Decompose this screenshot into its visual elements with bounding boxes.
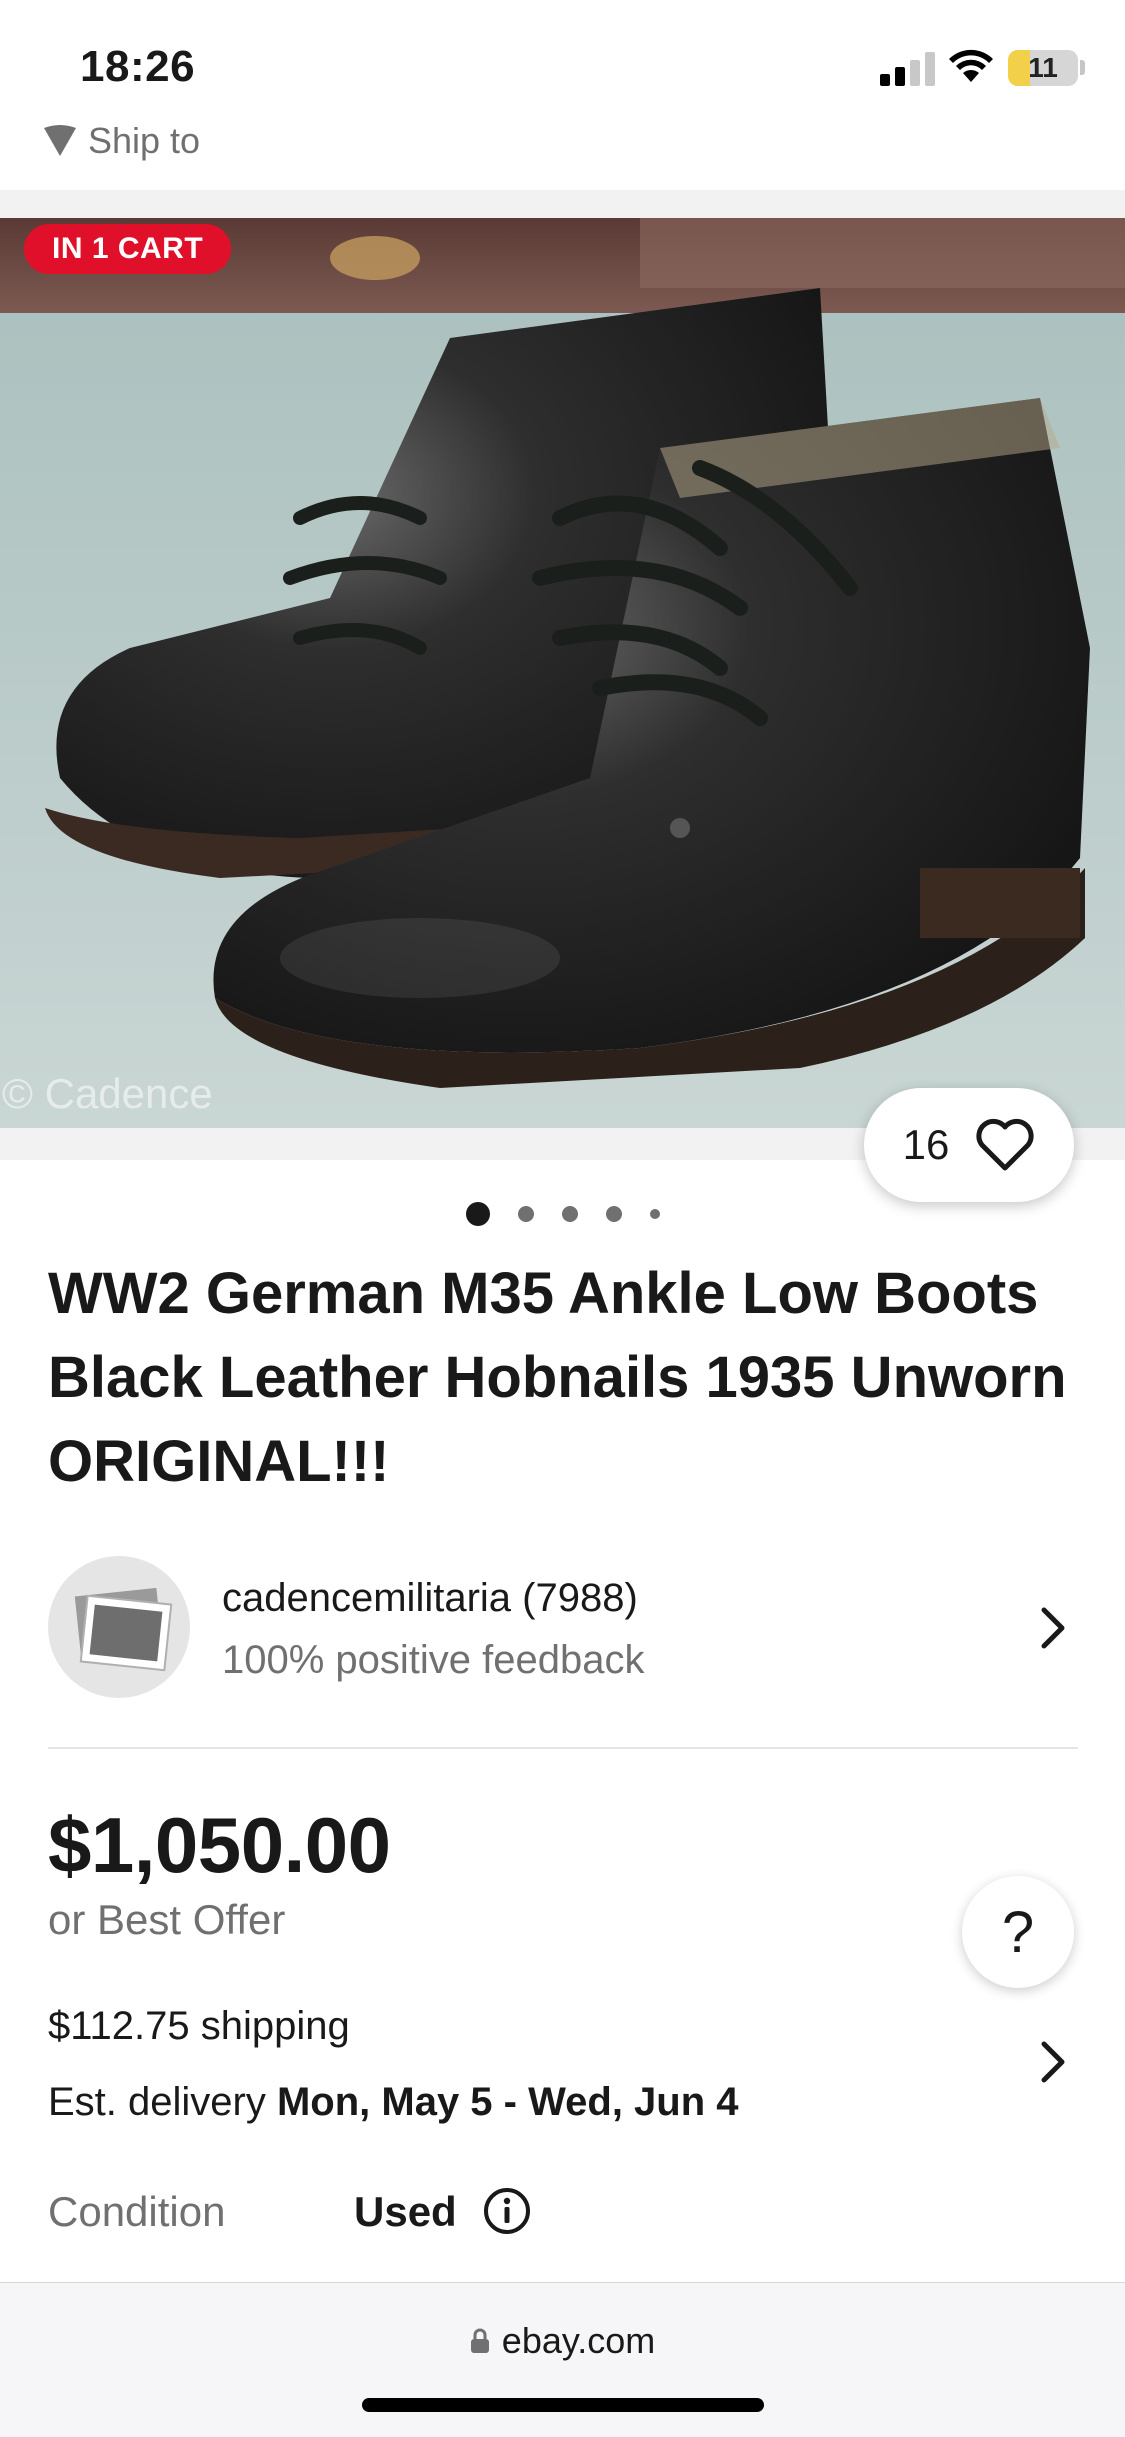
carousel-dots[interactable] (0, 1202, 1125, 1226)
help-button[interactable]: ? (962, 1876, 1074, 1988)
battery-indicator: 11 (1008, 50, 1078, 86)
condition-value: Used (354, 2188, 457, 2235)
seller-name[interactable]: cadencemilitaria (7988) (222, 1576, 638, 1621)
info-icon[interactable] (482, 2186, 532, 2236)
image-watermark: © Cadence (2, 1070, 213, 1117)
chevron-right-icon[interactable] (1038, 2040, 1068, 2084)
wifi-icon (949, 49, 993, 82)
location-pin-icon (44, 125, 76, 156)
product-image[interactable] (0, 218, 1125, 1128)
cellular-signal-icon (880, 52, 935, 86)
heart-icon (976, 1118, 1034, 1171)
shipping-cost: $112.75 shipping (48, 2004, 350, 2048)
carousel-dot[interactable] (517, 1206, 534, 1222)
section-divider (48, 1747, 1078, 1749)
home-indicator[interactable] (362, 2398, 764, 2412)
delivery-prefix: Est. delivery (48, 2080, 277, 2124)
carousel-dot[interactable] (605, 1206, 622, 1222)
seller-avatar[interactable] (48, 1556, 190, 1698)
in-cart-badge: IN 1 CART (24, 224, 232, 274)
battery-level: 11 (1028, 52, 1058, 83)
best-offer-label: or Best Offer (48, 1896, 286, 1943)
listing-title: WW2 German M35 Ankle Low Boots Black Lea… (48, 1261, 1067, 1494)
carousel-dot[interactable] (649, 1209, 660, 1219)
watch-button[interactable]: 16 (864, 1088, 1074, 1202)
status-time: 18:26 (80, 42, 196, 91)
address-bar[interactable]: ebay.com (0, 2320, 1125, 2362)
carousel-dot[interactable] (561, 1206, 578, 1222)
ship-to-link[interactable]: Ship to (42, 120, 200, 162)
photo-placeholder-icon (74, 1587, 173, 1672)
seller-feedback: 100% positive feedback (222, 1638, 645, 1682)
delivery-dates: Mon, May 5 - Wed, Jun 4 (276, 2080, 739, 2124)
condition-label: Condition (48, 2188, 226, 2235)
url-text: ebay.com (501, 2320, 656, 2361)
item-price: $1,050.00 (48, 1801, 391, 1889)
carousel-dot-active[interactable] (465, 1202, 490, 1226)
battery-nub (1080, 60, 1085, 75)
chevron-right-icon[interactable] (1038, 1606, 1068, 1650)
lock-icon (470, 2328, 489, 2353)
ship-to-label: Ship to (88, 120, 201, 161)
watch-count: 16 (902, 1121, 950, 1168)
estimated-delivery: Est. delivery Mon, May 5 - Wed, Jun 4 (48, 2080, 739, 2125)
